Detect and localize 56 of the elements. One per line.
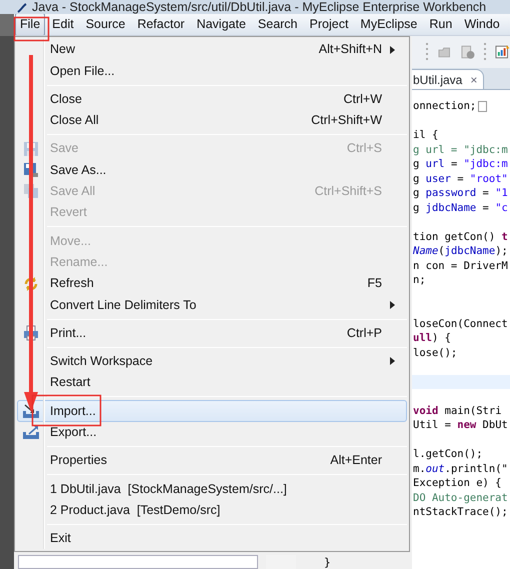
code-line: lose(); [413, 346, 458, 360]
menu-item[interactable]: Close Ctrl+W [17, 88, 407, 110]
menu-item[interactable]: Refactor [132, 14, 190, 35]
menu-item[interactable]: Import... [17, 400, 407, 422]
menu-item[interactable]: Windo [459, 14, 505, 35]
menu-item[interactable]: Run [424, 14, 458, 35]
menu-item[interactable]: Exit [17, 528, 407, 550]
menu-item[interactable]: New Alt+Shift+N [17, 39, 407, 60]
tab-label: bUtil.java [413, 72, 462, 88]
code-line: g user = "root" [413, 172, 508, 186]
code-line: il { [413, 128, 438, 142]
menu-item[interactable]: Source [80, 14, 130, 35]
chart-icon[interactable] [494, 44, 510, 60]
toolbar-separator-icon [484, 42, 487, 62]
code-line: Name(jdbcName); [413, 244, 508, 258]
menu-item[interactable]: MyEclipse [355, 14, 422, 35]
code-line: Exception e) { [413, 476, 502, 490]
menu-item[interactable]: Project [304, 14, 354, 35]
annotation-box [32, 394, 102, 426]
app-logo-icon [16, 2, 28, 14]
menu-item[interactable]: Open File... [17, 60, 407, 82]
code-line: g jdbcName = "c [413, 200, 508, 215]
menu-item[interactable]: 2 Product.java [TestDemo/src] [17, 500, 407, 521]
document-icon[interactable] [460, 44, 476, 60]
code-line: g url = "jdbc:m [413, 142, 508, 157]
code-line: n con = DriverM [413, 258, 508, 273]
folded-block-icon[interactable] [478, 101, 488, 112]
code-line: DO Auto-generat [413, 490, 508, 505]
toolbar-separator-icon [426, 42, 429, 62]
menu-item[interactable]: Switch Workspace [17, 350, 407, 372]
code-line: onnection; [413, 99, 476, 114]
editor-tab[interactable]: bUtil.java × [412, 69, 484, 89]
annotation-box [14, 16, 50, 42]
code-line: n; [413, 273, 426, 288]
menu-item[interactable]: Edit [47, 14, 79, 35]
menu-item[interactable]: Export... [17, 422, 407, 444]
code-line: void main(Stri [413, 404, 502, 418]
window-title: Java - StockManageSystem/src/util/DbUtil.java - MyEclipse Enterprise Workbench [32, 0, 486, 14]
code-line: ntStackTrace(); [413, 505, 508, 520]
close-icon[interactable]: × [470, 70, 478, 88]
menu-item[interactable]: Search [252, 14, 303, 35]
menu-item[interactable]: Convert Line Delimiters To [17, 294, 407, 316]
menu-item[interactable]: Restart [17, 372, 407, 394]
code-line: l.getCon(); [413, 447, 483, 462]
menu-item[interactable]: Properties Alt+Enter [17, 450, 407, 472]
menu-item[interactable]: Navigate [192, 14, 251, 35]
menu-item[interactable]: 1 DbUtil.java [StockManageSystem/src/...] [17, 478, 407, 500]
code-line: loseCon(Connect [413, 316, 508, 331]
code-line: m.out.println(" [413, 462, 508, 476]
code-line: g password = "1 [413, 186, 508, 200]
code-line: tion getCon() t [413, 230, 508, 244]
code-line: Util = new DbUt [413, 418, 508, 432]
code-line: g url = "jdbc:m [413, 157, 508, 172]
code-line: } [323, 557, 331, 569]
menu-item[interactable]: Close All Ctrl+Shift+W [17, 110, 407, 132]
code-line: ull) { [413, 331, 451, 346]
